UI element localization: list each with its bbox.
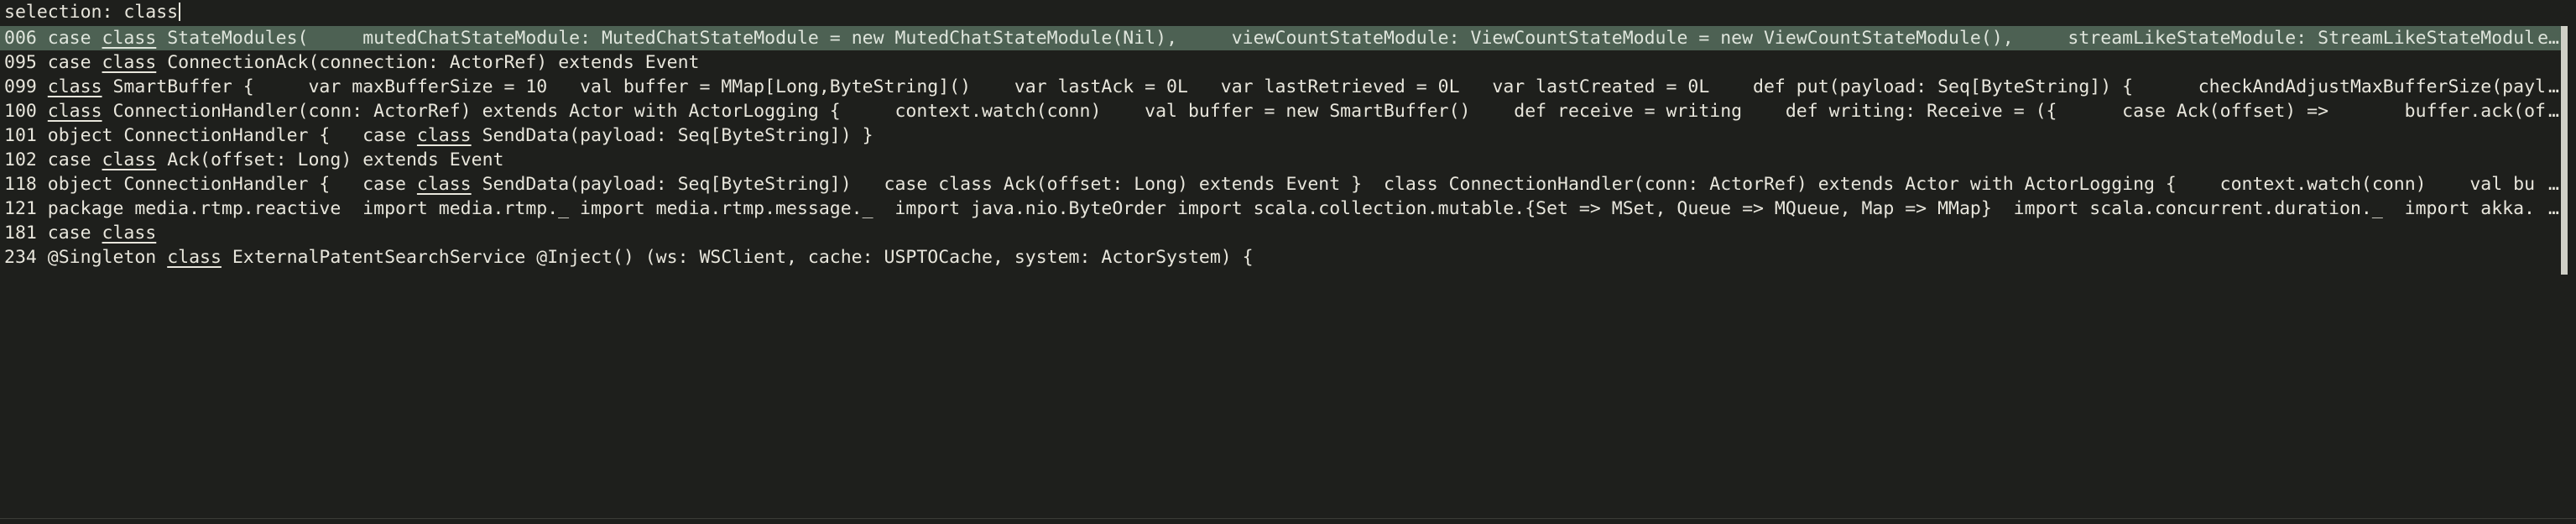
- scrollbar-thumb[interactable]: [2561, 26, 2568, 275]
- result-truncation-ellipsis: …: [2547, 99, 2559, 123]
- result-row[interactable]: 006 case class StateModules( mutedChatSt…: [0, 26, 2564, 50]
- result-row[interactable]: 101 object ConnectionHandler { case clas…: [0, 123, 2564, 148]
- results-list: 006 case class StateModules( mutedChatSt…: [0, 26, 2564, 275]
- result-match-highlight: class: [47, 101, 102, 122]
- result-truncation-ellipsis: e…: [2536, 26, 2559, 50]
- result-truncation-ellipsis: …: [2547, 172, 2559, 196]
- result-text-suffix: SmartBuffer { var maxBufferSize = 10 val…: [102, 76, 2557, 97]
- result-text-suffix: ConnectionAck(connection: ActorRef) exte…: [156, 52, 700, 73]
- result-truncation-ellipsis: …: [2547, 75, 2559, 99]
- result-text-prefix: object ConnectionHandler { case: [47, 174, 417, 195]
- result-line-number: 121: [4, 198, 37, 219]
- result-text-prefix: case: [47, 223, 102, 244]
- result-match-highlight: class: [47, 76, 102, 97]
- result-text-suffix: ExternalPatentSearchService @Inject() (w…: [221, 247, 1254, 268]
- result-line-number: 234: [4, 247, 37, 268]
- result-row[interactable]: 100 class ConnectionHandler(conn: ActorR…: [0, 99, 2564, 123]
- result-truncation-ellipsis: …: [2547, 196, 2559, 221]
- results-scrollbar[interactable]: [2561, 26, 2568, 275]
- result-line-number: 181: [4, 223, 37, 244]
- result-row[interactable]: 095 case class ConnectionAck(connection:…: [0, 50, 2564, 75]
- result-line-number: 099: [4, 76, 37, 97]
- result-match-highlight: class: [416, 174, 472, 195]
- selection-prompt[interactable]: selection: class: [0, 0, 2576, 24]
- result-row[interactable]: 121 package media.rtmp.reactive import m…: [0, 196, 2564, 221]
- result-text-suffix: SendData(payload: Seq[ByteString]) case …: [471, 174, 2536, 195]
- result-line-number: 100: [4, 101, 37, 122]
- result-text-suffix: ConnectionHandler(conn: ActorRef) extend…: [102, 101, 2557, 122]
- result-text-suffix: Ack(offset: Long) extends Event: [156, 149, 504, 170]
- prompt-label: selection:: [4, 2, 113, 23]
- result-line-number: 118: [4, 174, 37, 195]
- result-row[interactable]: 102 case class Ack(offset: Long) extends…: [0, 148, 2564, 172]
- result-match-highlight: class: [102, 28, 157, 49]
- query-input[interactable]: class: [123, 2, 178, 23]
- result-text-suffix: SendData(payload: Seq[ByteString]) }: [471, 125, 873, 146]
- result-text-prefix: @Singleton: [47, 247, 168, 268]
- result-row[interactable]: 118 object ConnectionHandler { case clas…: [0, 172, 2564, 196]
- result-match-highlight: class: [102, 223, 157, 244]
- bottom-divider: [0, 518, 2576, 519]
- result-text-prefix: package media.rtmp.reactive import media…: [47, 198, 2535, 219]
- result-row[interactable]: 099 class SmartBuffer { var maxBufferSiz…: [0, 75, 2564, 99]
- result-text-prefix: case: [47, 52, 102, 73]
- result-text-prefix: case: [47, 149, 102, 170]
- result-text-prefix: case: [47, 28, 102, 49]
- result-row[interactable]: 181 case class: [0, 221, 2564, 245]
- result-line-number: 101: [4, 125, 37, 146]
- result-line-number: 095: [4, 52, 37, 73]
- result-line-number: 102: [4, 149, 37, 170]
- result-match-highlight: class: [102, 52, 157, 73]
- result-line-number: 006: [4, 28, 37, 49]
- result-match-highlight: class: [167, 247, 222, 268]
- result-match-highlight: class: [416, 125, 472, 146]
- text-cursor: [179, 3, 181, 21]
- result-text-prefix: object ConnectionHandler { case: [47, 125, 417, 146]
- result-row[interactable]: 234 @Singleton class ExternalPatentSearc…: [0, 245, 2564, 270]
- result-match-highlight: class: [102, 149, 157, 170]
- result-text-suffix: StateModules( mutedChatStateModule: Mute…: [156, 28, 2536, 49]
